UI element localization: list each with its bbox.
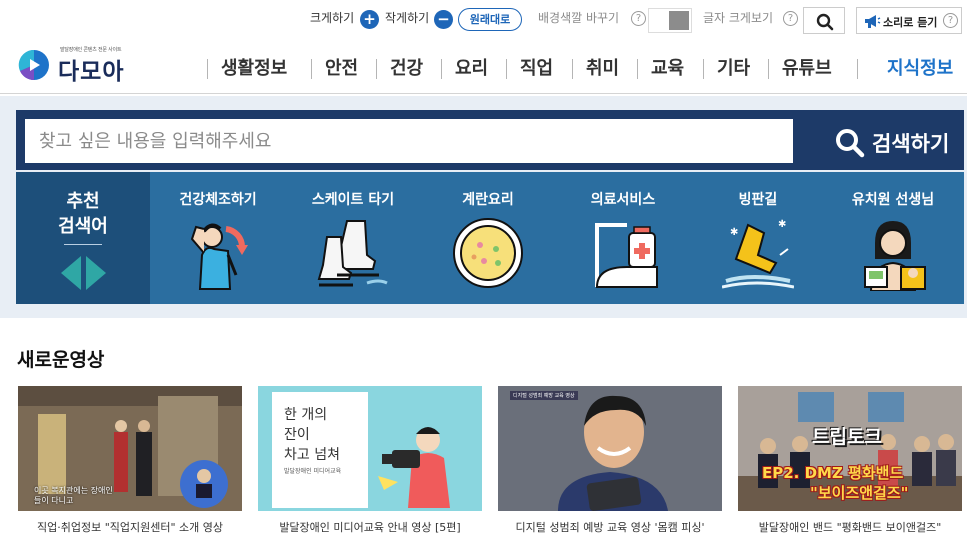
nav-divider: [506, 59, 507, 79]
new-videos-title: 새로운영상: [17, 349, 105, 371]
recommend-item-medical[interactable]: 의료서비스: [556, 172, 690, 304]
nav-item-youtube[interactable]: 유튜브: [782, 54, 832, 80]
text-large-help-icon[interactable]: ?: [783, 11, 798, 26]
nav-divider: [207, 59, 208, 79]
nav-item-health[interactable]: 건강: [390, 54, 423, 80]
video-card[interactable]: 이곳 복지관에는 장애인들이 다니고 직업·취업정보 "직업지원센터" 소개 영…: [18, 386, 242, 537]
utility-bar: 크게하기 + 작게하기 − 원래대로 배경색깔 바꾸기 ? 글자 크게보기 ? …: [0, 4, 967, 34]
voice-read-label: 소리로 듣기: [883, 16, 938, 29]
search-button-label: 검색하기: [872, 132, 950, 156]
nav-item-hobby[interactable]: 취미: [586, 54, 619, 80]
video-overlay-title-2: EP2. DMZ 평화밴드: [762, 464, 904, 482]
next-arrow-icon[interactable]: [86, 256, 106, 290]
video-overlay-subtitle: 발달장애인 미디어교육: [284, 468, 342, 475]
megaphone-icon: [865, 15, 881, 28]
recommend-item-egg[interactable]: 계란요리: [421, 172, 555, 304]
iv-drip-icon: [595, 223, 658, 288]
nav-item-knowledge[interactable]: 지식정보: [887, 54, 953, 80]
nav-divider: [376, 59, 377, 79]
recommend-item-teacher[interactable]: 유치원 선생님: [826, 172, 960, 304]
search-input[interactable]: [25, 119, 793, 163]
recommend-item-label: 건강체조하기: [179, 192, 257, 208]
zoom-in-label[interactable]: 크게하기: [310, 9, 354, 26]
recommend-item-stretching[interactable]: 건강체조하기: [151, 172, 285, 304]
video-card[interactable]: 트립토크 EP2. DMZ 평화밴드 "보이즈앤걸즈" 발달장애인 밴드 "평화…: [738, 386, 962, 537]
nav-divider: [703, 59, 704, 79]
divider: [64, 244, 102, 245]
bg-color-toggle[interactable]: [648, 8, 692, 33]
video-overlay-title-3: "보이즈앤걸즈": [810, 484, 909, 502]
nav-divider: [637, 59, 638, 79]
search-icon: [836, 129, 865, 158]
reset-size-button[interactable]: 원래대로: [458, 8, 522, 31]
video-caption[interactable]: 디지털 성범죄 예방 교육 영상 '몸캠 피싱': [498, 519, 722, 535]
skate-icon: [317, 220, 388, 287]
video-overlay-title-2: 잔이: [284, 427, 310, 443]
search-panel: 검색하기 추천 검색어 건강체조하기 스케이트 타기: [0, 96, 967, 318]
toggle-knob: [669, 11, 689, 30]
video-card[interactable]: 한 개의 잔이 차고 넘쳐 발달장애인 미디어교육 발달장애인 미디어교육 안내…: [258, 386, 482, 537]
teacher-icon: [864, 221, 926, 291]
recommended-label-box: 추천 검색어: [16, 172, 150, 304]
video-overlay-title-1: 트립토크: [812, 426, 882, 448]
recommend-item-label: 계란요리: [462, 192, 514, 208]
search-button[interactable]: 검색하기: [809, 119, 964, 163]
bg-color-help-icon[interactable]: ?: [631, 11, 646, 26]
stretching-icon: [190, 223, 248, 290]
recommend-item-label: 의료서비스: [590, 192, 656, 208]
nav-item-safety[interactable]: 안전: [325, 54, 358, 80]
recommended-label-line1: 추천: [66, 191, 100, 212]
video-thumbnail[interactable]: 한 개의 잔이 차고 넘쳐 발달장애인 미디어교육: [258, 386, 482, 511]
video-card[interactable]: 디지털 성범죄 예방 교육 영상 디지털 성범죄 예방 교육 영상 '몸캠 피싱…: [498, 386, 722, 537]
video-thumbnail-image: [498, 386, 722, 511]
nav-divider: [857, 59, 858, 79]
site-header: 발달장애인 콘텐츠 전문 사이트 다모아 생활정보 안전 건강 요리 직업 취미…: [0, 38, 967, 94]
recommend-item-skate[interactable]: 스케이트 타기: [286, 172, 420, 304]
nav-divider: [441, 59, 442, 79]
nav-item-education[interactable]: 교육: [651, 54, 684, 80]
nav-item-cooking[interactable]: 요리: [455, 54, 488, 80]
nav-item-jobs[interactable]: 직업: [520, 54, 553, 80]
svg-text:✱: ✱: [730, 227, 738, 238]
recommend-item-icy-road[interactable]: 빙판길 ✱ ✱: [691, 172, 825, 304]
nav-item-life[interactable]: 생활정보: [221, 54, 287, 80]
icy-road-boot-icon: ✱ ✱: [722, 219, 794, 289]
nav-divider: [572, 59, 573, 79]
logo-icon[interactable]: [17, 49, 51, 81]
nav-divider: [768, 59, 769, 79]
search-bar: 검색하기: [16, 110, 964, 170]
video-overlay-text: 이곳 복지관에는 장애인들이 다니고: [34, 486, 113, 505]
voice-help-icon[interactable]: ?: [943, 13, 958, 28]
video-caption[interactable]: 직업·취업정보 "직업지원센터" 소개 영상: [18, 519, 242, 535]
search-icon: [816, 13, 834, 31]
egg-dish-icon: [453, 218, 523, 288]
voice-read-button[interactable]: 소리로 듣기 ?: [856, 7, 962, 34]
video-thumbnail[interactable]: 이곳 복지관에는 장애인들이 다니고: [18, 386, 242, 511]
util-search-button[interactable]: [803, 7, 845, 34]
text-large-label[interactable]: 글자 크게보기: [703, 9, 773, 26]
video-caption[interactable]: 발달장애인 밴드 "평화밴드 보이앤걸즈": [738, 519, 962, 535]
recommend-item-label: 빙판길: [738, 192, 778, 208]
video-overlay-title-1: 한 개의: [284, 407, 328, 423]
video-thumbnail[interactable]: 트립토크 EP2. DMZ 평화밴드 "보이즈앤걸즈": [738, 386, 962, 511]
zoom-in-icon[interactable]: +: [360, 10, 379, 29]
prev-arrow-icon[interactable]: [61, 256, 81, 290]
zoom-out-label[interactable]: 작게하기: [385, 9, 429, 26]
recommend-item-label: 스케이트 타기: [311, 192, 395, 208]
svg-text:✱: ✱: [778, 219, 786, 230]
recommend-item-label: 유치원 선생님: [851, 192, 935, 208]
zoom-out-icon[interactable]: −: [434, 10, 453, 29]
recommended-label-line2: 검색어: [58, 216, 108, 237]
video-thumbnail[interactable]: 디지털 성범죄 예방 교육 영상: [498, 386, 722, 511]
bg-color-label[interactable]: 배경색깔 바꾸기: [538, 9, 619, 26]
recommended-keywords: 추천 검색어 건강체조하기 스케이트 타기 계란요리 의료서비스 빙판길 ✱ ✱…: [16, 172, 964, 304]
video-caption[interactable]: 발달장애인 미디어교육 안내 영상 [5편]: [258, 519, 482, 535]
video-overlay-text: 디지털 성범죄 예방 교육 영상: [510, 391, 578, 400]
logo-name[interactable]: 다모아: [58, 52, 124, 86]
video-overlay-title-3: 차고 넘쳐: [284, 447, 340, 463]
nav-item-etc[interactable]: 기타: [717, 54, 750, 80]
nav-divider: [311, 59, 312, 79]
